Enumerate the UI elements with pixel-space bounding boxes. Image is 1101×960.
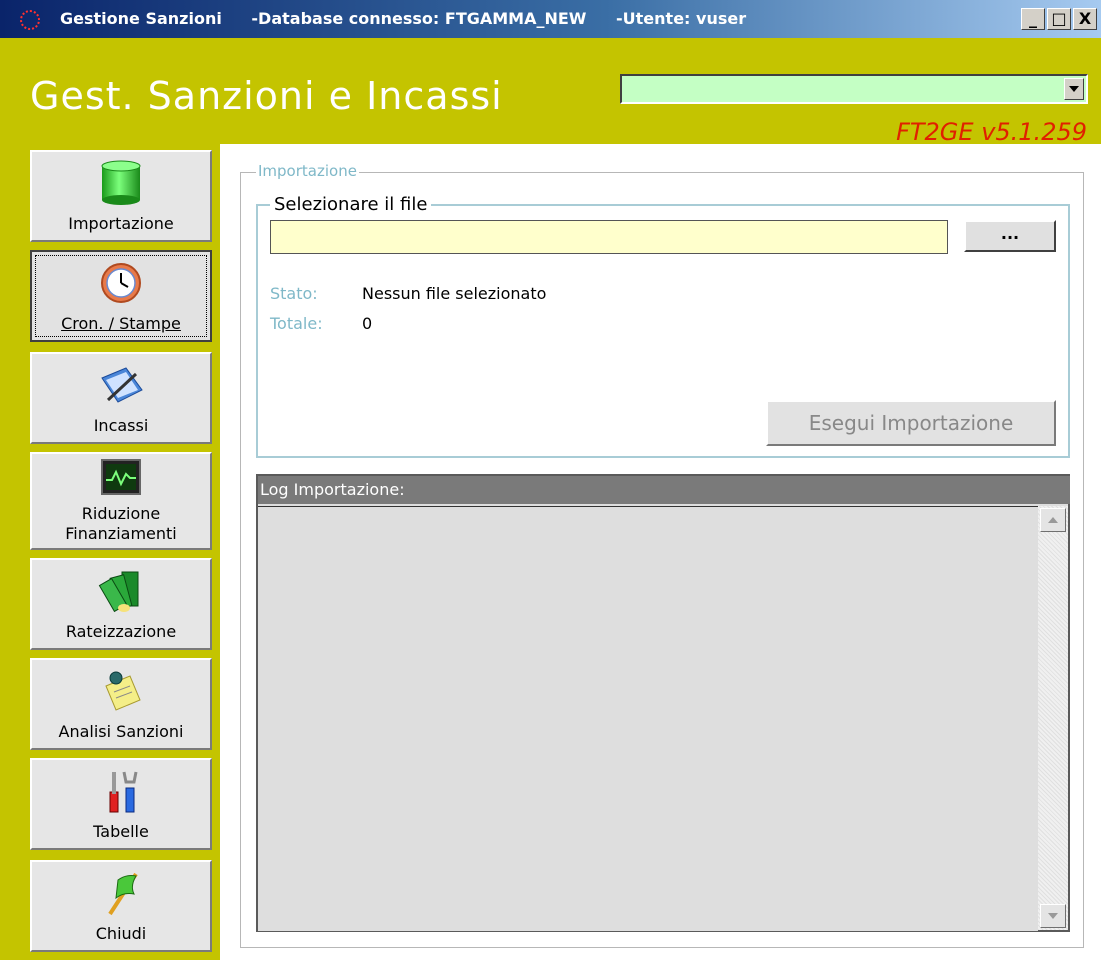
title-app: Gestione Sanzioni (60, 9, 222, 28)
chevron-down-icon[interactable] (1064, 78, 1084, 100)
title-user: -Utente: vuser (616, 9, 747, 28)
app-icon (20, 10, 40, 30)
maximize-button[interactable]: □ (1047, 8, 1071, 30)
sidebar-item-incassi[interactable]: Incassi (30, 352, 212, 444)
sidebar-item-label: Rateizzazione (65, 622, 177, 641)
tools-icon (109, 771, 138, 813)
title-bar[interactable]: Gestione Sanzioni -Database connesso: FT… (0, 0, 1101, 38)
scroll-up-icon[interactable] (1040, 508, 1066, 532)
log-title: Log Importazione: (258, 476, 1070, 504)
log-text-area[interactable] (258, 506, 1038, 931)
totale-label: Totale: (270, 314, 323, 333)
sidebar-item-analisi-sanzioni[interactable]: Analisi Sanzioni (30, 658, 212, 750)
cylinder-icon (101, 160, 141, 205)
file-group-title: Selezionare il file (270, 194, 432, 215)
notebook-pen-icon (101, 367, 143, 403)
browse-button[interactable]: ... (964, 220, 1056, 252)
sidebar-item-label: Analisi Sanzioni (58, 722, 184, 741)
sidebar-item-label-line2: Finanziamenti (65, 524, 177, 543)
minimize-button[interactable]: _ (1021, 8, 1045, 30)
version-label: FT2GE v5.1.259 (896, 118, 1087, 146)
sidebar-item-label: Tabelle (93, 822, 149, 841)
monitor-wave-icon (101, 459, 141, 495)
pinned-note-icon (105, 671, 141, 711)
sidebar-item-importazione[interactable]: Importazione (30, 150, 212, 242)
totale-value: 0 (362, 314, 373, 333)
title-database: -Database connesso: FTGAMMA_NEW (251, 9, 587, 28)
scroll-down-icon[interactable] (1040, 904, 1066, 928)
sidebar-item-chiudi[interactable]: Chiudi (30, 860, 212, 952)
stato-value: Nessun file selezionato (362, 284, 547, 303)
flag-icon (108, 872, 138, 916)
import-group-title: Importazione (256, 162, 359, 180)
sidebar-item-label: Riduzione Finanziamenti (32, 504, 210, 544)
header-band: Gest. Sanzioni e Incassi FT2GE v5.1.259 (0, 38, 1101, 146)
sidebar-item-rateizzazione[interactable]: Rateizzazione (30, 558, 212, 650)
sidebar-item-label: Chiudi (95, 924, 147, 943)
app-title: Gest. Sanzioni e Incassi (30, 74, 503, 118)
sidebar: Importazione Cron. / Stampe Incassi Ridu… (0, 144, 220, 960)
log-scrollbar[interactable] (1038, 506, 1068, 930)
sidebar-item-label: Importazione (68, 214, 174, 233)
sidebar-item-tabelle[interactable]: Tabelle (30, 758, 212, 850)
sidebar-item-label: Cron. / Stampe (61, 314, 181, 333)
database-combo[interactable] (620, 74, 1088, 104)
sidebar-item-label: Incassi (93, 416, 149, 435)
execute-import-button[interactable]: Esegui Importazione (766, 400, 1056, 446)
sidebar-item-cron-stampe[interactable]: Cron. / Stampe (30, 250, 212, 342)
sidebar-item-riduzione-finanziamenti[interactable]: Riduzione Finanziamenti (30, 452, 212, 550)
file-path-input[interactable] (270, 220, 948, 254)
window-title: Gestione Sanzioni -Database connesso: FT… (60, 0, 770, 38)
close-button[interactable]: X (1073, 8, 1097, 30)
clock-icon (101, 263, 141, 303)
log-panel: Log Importazione: (256, 474, 1070, 932)
stato-label: Stato: (270, 284, 318, 303)
sidebar-item-label-line1: Riduzione (81, 504, 161, 523)
money-stack-icon (98, 571, 139, 613)
